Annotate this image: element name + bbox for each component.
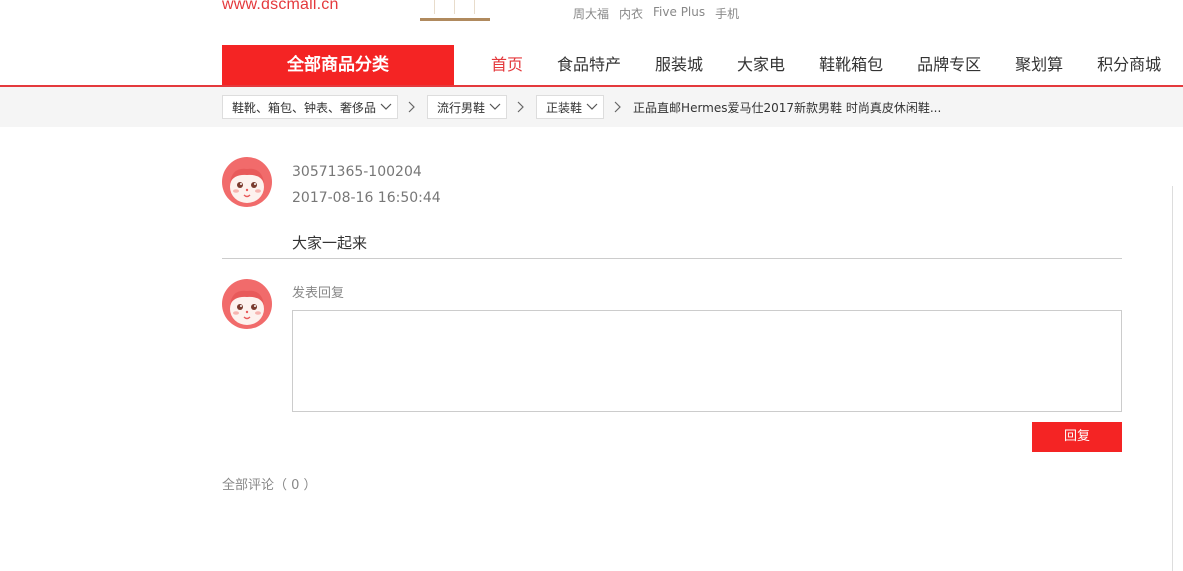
site-logo-link[interactable]: www.dscmall.cn bbox=[222, 0, 339, 14]
breadcrumb-label: 流行男鞋 bbox=[437, 100, 486, 115]
nav-item-clothing[interactable]: 服装城 bbox=[638, 45, 720, 85]
reply-label: 发表回复 bbox=[292, 286, 345, 301]
nav-item-food[interactable]: 食品特产 bbox=[540, 45, 638, 85]
breadcrumb-category-2[interactable]: 流行男鞋 bbox=[427, 95, 508, 119]
avatar-icon bbox=[222, 279, 272, 329]
all-categories-button[interactable]: 全部商品分类 bbox=[222, 45, 454, 85]
right-panel-edge bbox=[1172, 186, 1173, 571]
comment-content: 大家一起来 bbox=[292, 234, 368, 252]
main-nav: 首页 食品特产 服装城 大家电 鞋靴箱包 品牌专区 聚划算 积分商城 bbox=[474, 45, 1178, 85]
avatar-icon bbox=[222, 157, 272, 207]
nav-item-home[interactable]: 首页 bbox=[474, 45, 540, 85]
reply-textarea[interactable] bbox=[292, 310, 1122, 412]
chevron-right-icon bbox=[517, 101, 524, 113]
header-banner-image[interactable] bbox=[420, 0, 490, 21]
hot-word-link[interactable]: 手机 bbox=[715, 5, 739, 22]
nav-item-brands[interactable]: 品牌专区 bbox=[900, 45, 998, 85]
hot-word-link[interactable]: 周大福 bbox=[573, 5, 609, 22]
chevron-right-icon bbox=[408, 101, 415, 113]
hot-word-link[interactable]: 内衣 bbox=[619, 5, 643, 22]
breadcrumb-label: 正装鞋 bbox=[546, 100, 583, 115]
nav-item-shoes-bags[interactable]: 鞋靴箱包 bbox=[802, 45, 900, 85]
chevron-down-icon bbox=[586, 103, 598, 110]
hot-search-words: 周大福 内衣 Five Plus 手机 bbox=[573, 5, 739, 22]
comment-username: 30571365-100204 bbox=[292, 164, 422, 180]
breadcrumb-product-title: 正品直邮Hermes爱马仕2017新款男鞋 时尚真皮休闲鞋... bbox=[633, 100, 942, 115]
nav-item-points-mall[interactable]: 积分商城 bbox=[1080, 45, 1178, 85]
nav-item-group-buy[interactable]: 聚划算 bbox=[998, 45, 1080, 85]
breadcrumb-category-3[interactable]: 正装鞋 bbox=[536, 95, 605, 119]
reply-button[interactable]: 回复 bbox=[1032, 422, 1122, 452]
breadcrumb: 鞋靴、箱包、钟表、奢侈品 流行男鞋 正装鞋 正品直邮Hermes爱马仕2017新… bbox=[222, 95, 941, 119]
chevron-down-icon bbox=[380, 103, 392, 110]
chevron-down-icon bbox=[489, 103, 501, 110]
comment-divider bbox=[222, 258, 1122, 259]
all-comments-count: 全部评论（ 0 ） bbox=[222, 478, 317, 493]
comment-timestamp: 2017-08-16 16:50:44 bbox=[292, 190, 441, 206]
breadcrumb-category-1[interactable]: 鞋靴、箱包、钟表、奢侈品 bbox=[222, 95, 399, 119]
hot-word-link[interactable]: Five Plus bbox=[653, 5, 705, 22]
chevron-right-icon bbox=[614, 101, 621, 113]
nav-item-appliances[interactable]: 大家电 bbox=[720, 45, 802, 85]
breadcrumb-label: 鞋靴、箱包、钟表、奢侈品 bbox=[232, 100, 377, 115]
breadcrumb-bar: 鞋靴、箱包、钟表、奢侈品 流行男鞋 正装鞋 正品直邮Hermes爱马仕2017新… bbox=[0, 87, 1183, 127]
